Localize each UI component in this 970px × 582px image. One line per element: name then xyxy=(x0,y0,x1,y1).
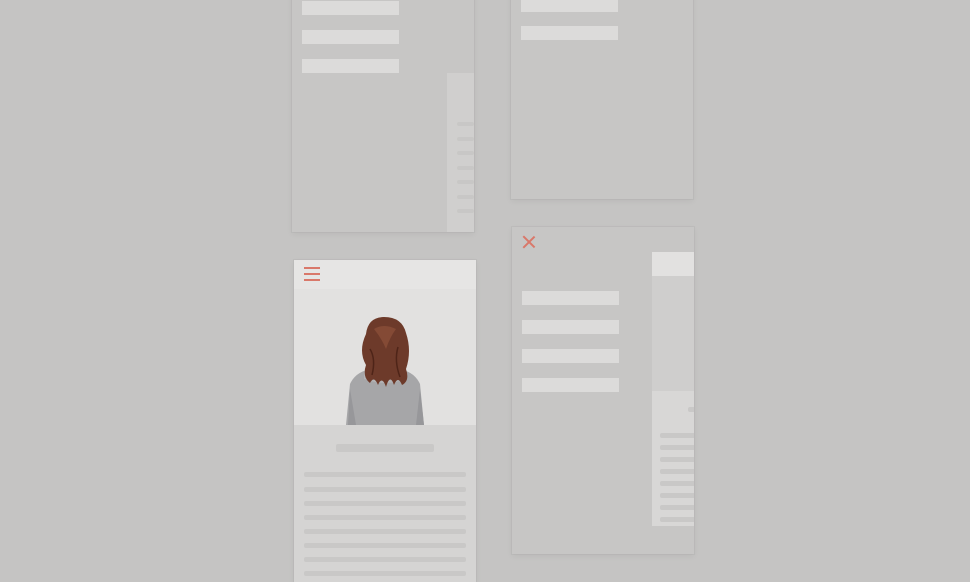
content-peek-panel xyxy=(447,0,474,232)
content-peek-panel xyxy=(652,252,694,526)
menu-item-1[interactable] xyxy=(302,1,399,15)
hamburger-icon[interactable] xyxy=(304,266,320,281)
text-line xyxy=(304,571,466,576)
menu-item-3[interactable] xyxy=(302,59,399,73)
menu-item-2[interactable] xyxy=(522,320,619,334)
menu-item-1[interactable] xyxy=(522,291,619,305)
text-line xyxy=(304,515,466,520)
article-title-placeholder xyxy=(336,444,434,452)
menu-item-2[interactable] xyxy=(302,30,399,44)
text-line xyxy=(304,529,466,534)
text-line xyxy=(304,557,466,562)
text-line xyxy=(304,501,466,506)
menu-item-2[interactable] xyxy=(521,26,618,40)
app-header xyxy=(294,260,476,289)
text-line xyxy=(304,543,466,548)
text-line xyxy=(304,487,466,492)
woman-with-hair-over-face-photo xyxy=(294,289,476,425)
close-icon[interactable] xyxy=(522,235,536,249)
menu-screen-bottom-right xyxy=(512,227,694,554)
hero-image xyxy=(294,289,476,425)
menu-screen-top-left xyxy=(292,0,474,232)
menu-item-3[interactable] xyxy=(522,349,619,363)
article-body xyxy=(294,425,476,582)
article-screen xyxy=(294,260,476,582)
menu-item-1[interactable] xyxy=(521,0,618,12)
text-line xyxy=(304,472,466,477)
menu-item-4[interactable] xyxy=(522,378,619,392)
menu-screen-top-right xyxy=(511,0,693,199)
